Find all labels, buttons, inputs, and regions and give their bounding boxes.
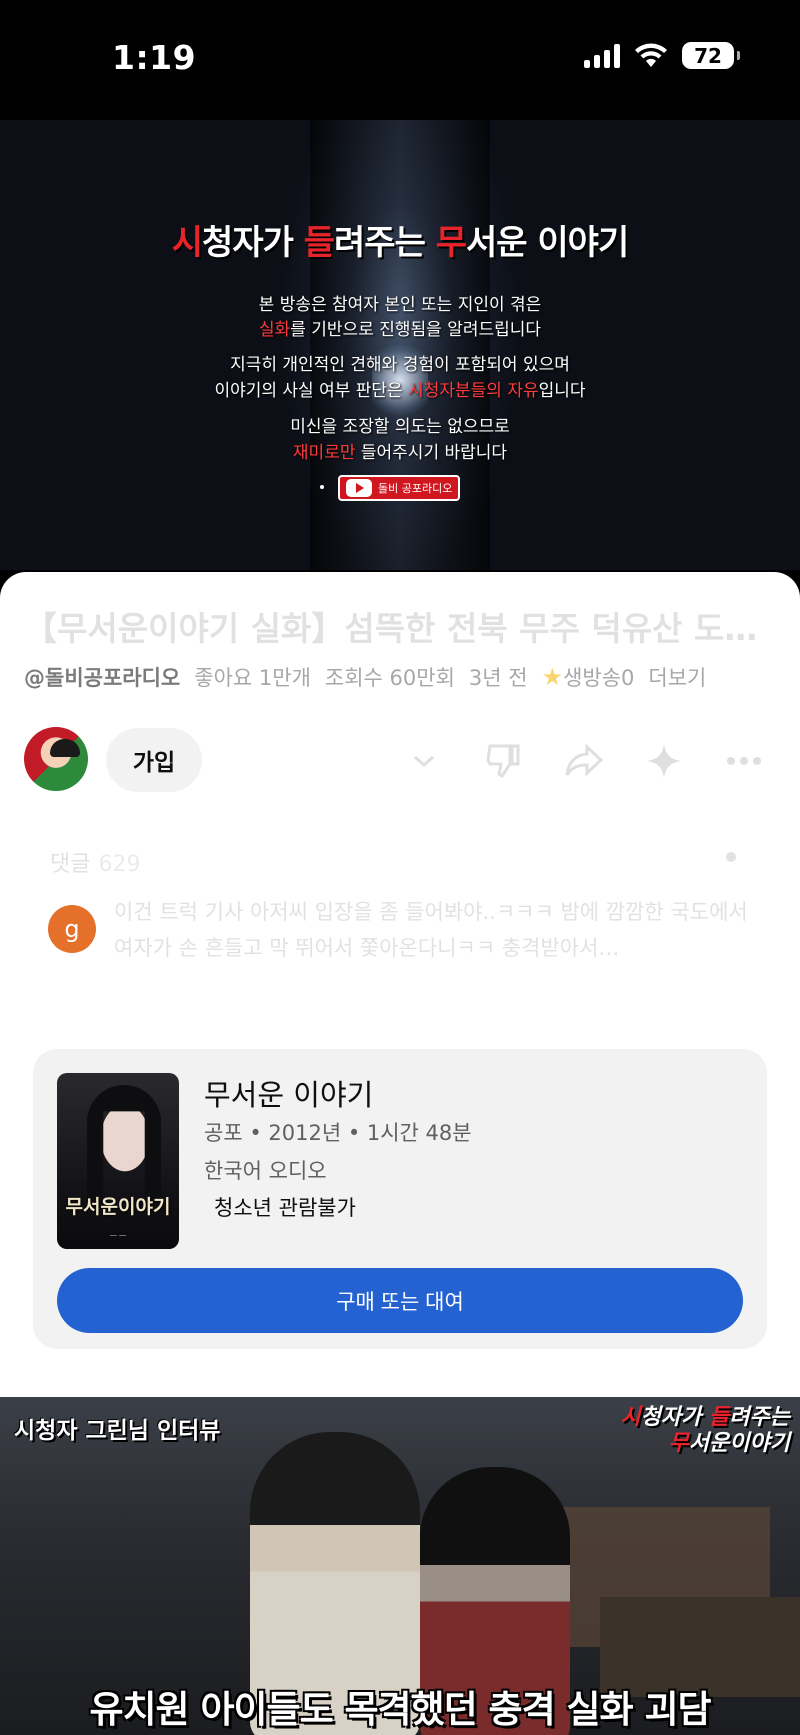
status-icons: 72: [584, 42, 740, 69]
comment-dot: [726, 852, 736, 862]
battery-icon: 72: [682, 42, 740, 69]
cellular-signal-icon: [584, 43, 620, 68]
status-time: 1:19: [112, 38, 197, 77]
thumbnail-caption: 유치원 아이들도 목격했던 충격 실화 괴담: [89, 1688, 711, 1731]
poster-decoration: ― ―: [109, 1231, 127, 1239]
channel-handle[interactable]: @돌비공포라디오: [24, 662, 180, 692]
video-title[interactable]: 【무서운이야기 실화】섬뜩한 전북 무주 덕유산 도로…: [24, 602, 776, 650]
movie-audio: 한국어 오디오: [204, 1159, 327, 1183]
more-link[interactable]: 더보기: [648, 662, 706, 692]
video-overlay-line: 재미로만 들어주시기 바랍니다: [292, 443, 508, 463]
video-overlay-line: 본 방송은 참여자 본인 또는 지인이 겪은: [258, 295, 542, 315]
share-icon[interactable]: [544, 741, 624, 781]
comments-header: 댓글 629: [50, 852, 141, 877]
join-button[interactable]: 가입: [106, 728, 202, 792]
sparkle-icon[interactable]: [624, 741, 704, 781]
movie-rating: 청소년 관람불가: [214, 1196, 356, 1220]
next-video-thumbnail[interactable]: 시청자 그린님 인터뷰 시청자가 들려주는 무서운이야기 유치원 아이들도 목격했…: [0, 1397, 800, 1735]
star-tag: ★생방송0: [541, 663, 635, 691]
video-dot: [320, 485, 324, 489]
thumbnail-label-right: 시청자가 들려주는 무서운이야기: [620, 1405, 790, 1456]
channel-row: 가입: [24, 727, 784, 797]
poster-title: 무서운이야기: [65, 1196, 171, 1218]
movie-card: 무서운이야기 ― ― 무서운 이야기 공포 • 2012년 • 1시간 48분 …: [33, 1049, 767, 1349]
video-overlay-title: 시청자가 들려주는 무서운 이야기: [171, 223, 629, 263]
action-icons: [384, 741, 784, 781]
video-overlay-line: 지극히 개인적인 견해와 경험이 포함되어 있으며: [230, 355, 570, 375]
channel-badge: 돌비 공포라디오: [338, 475, 460, 501]
video-player[interactable]: 시청자가 들려주는 무서운 이야기 본 방송은 참여자 본인 또는 지인이 겪은…: [0, 120, 800, 570]
top-comment-text: 이건 트럭 기사 아저씨 입장을 좀 들어봐야..ㅋㅋㅋ 밤에 깜깜한 국도에서…: [114, 900, 748, 960]
buy-or-rent-button[interactable]: 구매 또는 대여: [57, 1268, 743, 1333]
video-meta-row[interactable]: @돌비공포라디오 좋아요 1만개 조회수 60만회 3년 전 ★생방송0 더보기: [24, 662, 784, 692]
status-bar: 1:19 72: [0, 0, 800, 120]
view-count: 조회수 60만회: [324, 666, 455, 690]
video-overlay-line: 이야기의 사실 여부 판단은 시청자분들의 자유입니다: [214, 381, 586, 401]
commenter-avatar: g: [48, 905, 96, 953]
like-count: 좋아요 1만개: [194, 666, 311, 690]
movie-poster[interactable]: 무서운이야기 ― ―: [57, 1073, 179, 1249]
more-options-icon[interactable]: [704, 741, 784, 781]
youtube-logo-icon: [346, 479, 372, 497]
video-overlay-line: 미신을 조장할 의도는 없으므로: [290, 417, 510, 437]
channel-badge-text: 돌비 공포라디오: [378, 482, 453, 495]
star-icon: ★: [541, 663, 564, 691]
channel-avatar[interactable]: [24, 727, 88, 791]
upload-age: 3년 전: [468, 666, 528, 690]
movie-title: 무서운 이야기: [204, 1078, 374, 1112]
bottom-sheet: 【무서운이야기 실화】섬뜩한 전북 무주 덕유산 도로… @돌비공포라디오 좋아…: [0, 572, 800, 1397]
thumbnail-label-left: 시청자 그린님 인터뷰: [14, 1418, 221, 1444]
comments-section[interactable]: 댓글 629 g 이건 트럭 기사 아저씨 입장을 좀 들어봐야..ㅋㅋㅋ 밤에 …: [24, 830, 776, 980]
video-overlay-line: 실화를 기반으로 진행됨을 알려드립니다: [258, 320, 542, 340]
dislike-icon[interactable]: [464, 741, 544, 781]
chevron-down-icon[interactable]: [384, 741, 464, 781]
movie-meta: 공포 • 2012년 • 1시간 48분: [204, 1121, 472, 1145]
wifi-icon: [635, 43, 667, 67]
